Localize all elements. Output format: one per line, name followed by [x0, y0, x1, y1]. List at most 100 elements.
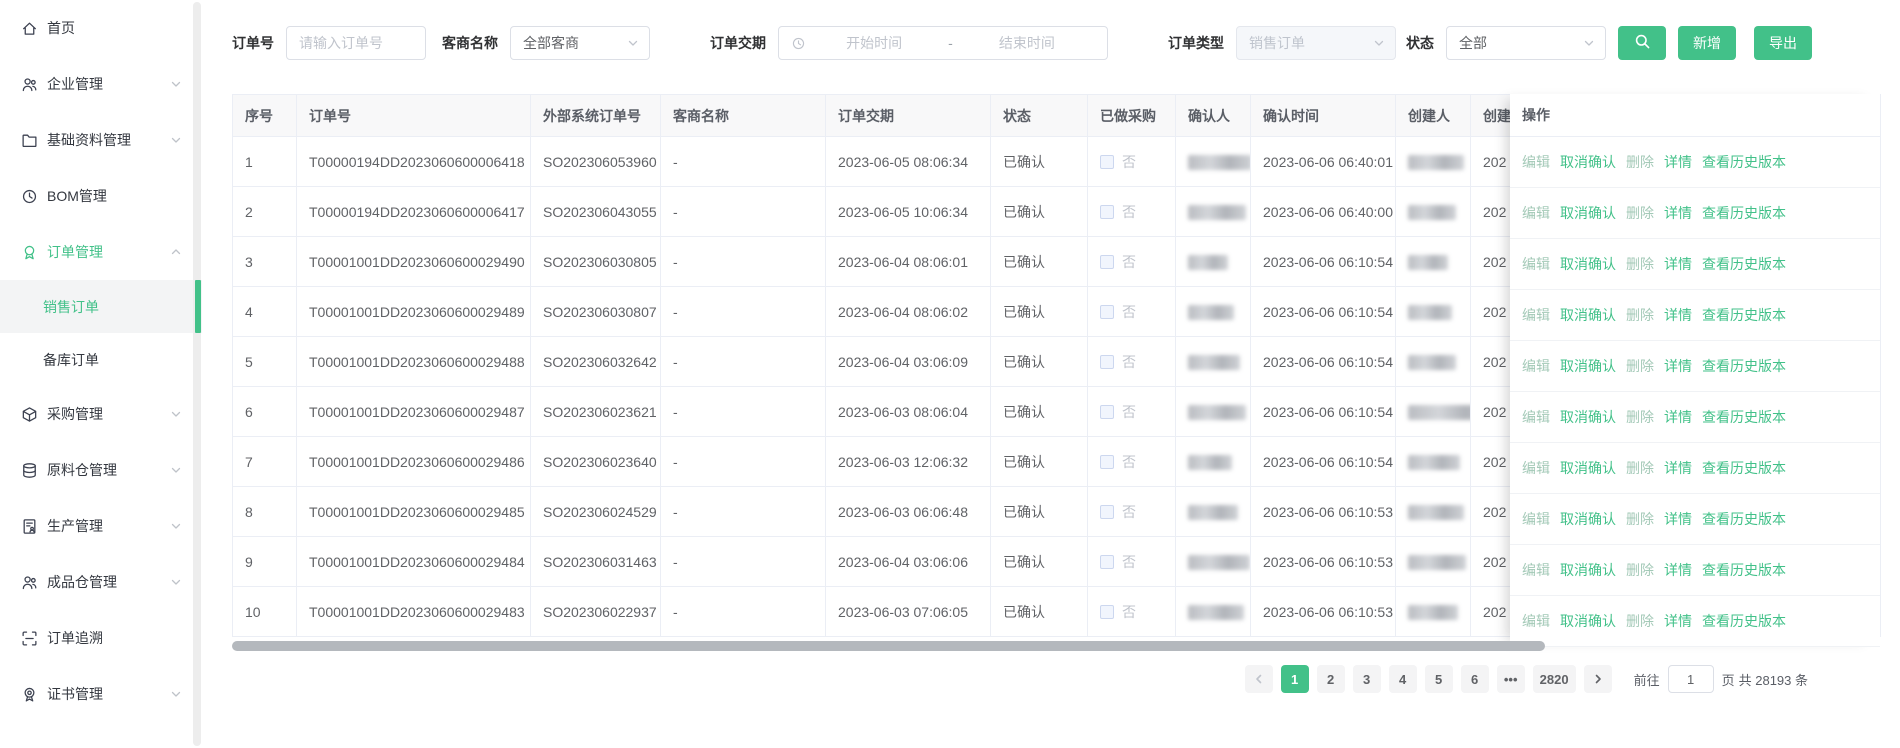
op-link-取消确认[interactable]: 取消确认 [1560, 356, 1616, 376]
op-link-详情[interactable]: 详情 [1664, 407, 1692, 427]
end-time-placeholder[interactable]: 结束时间 [959, 33, 1095, 53]
op-link-disabled-删除: 删除 [1626, 356, 1654, 376]
cell-creator [1396, 137, 1471, 187]
people-icon [21, 76, 38, 93]
op-link-详情[interactable]: 详情 [1664, 254, 1692, 274]
sidebar-item-label: 订单追溯 [47, 628, 182, 648]
cell-confirmer [1176, 337, 1251, 387]
column-header-8: 确认时间 [1251, 95, 1396, 137]
sidebar-item-purchase[interactable]: 采购管理 [0, 386, 202, 442]
order-no-input[interactable] [286, 26, 426, 60]
status-select[interactable]: 全部 [1446, 26, 1606, 60]
cell-ext-order-no: SO202306032642 [531, 337, 661, 387]
redacted-confirmer [1188, 255, 1228, 270]
op-link-详情[interactable]: 详情 [1664, 458, 1692, 478]
cell-creator [1396, 437, 1471, 487]
op-link-查看历史版本[interactable]: 查看历史版本 [1702, 356, 1786, 376]
op-link-取消确认[interactable]: 取消确认 [1560, 611, 1616, 631]
op-link-查看历史版本[interactable]: 查看历史版本 [1702, 509, 1786, 529]
cell-ext-order-no: SO202306022937 [531, 587, 661, 637]
sidebar-item-home[interactable]: 首页 [0, 0, 202, 56]
chevron-down-icon [1583, 37, 1595, 49]
op-link-查看历史版本[interactable]: 查看历史版本 [1702, 305, 1786, 325]
cell-creator [1396, 387, 1471, 437]
op-link-查看历史版本[interactable]: 查看历史版本 [1702, 407, 1786, 427]
sidebar-item-certificate[interactable]: 证书管理 [0, 666, 202, 722]
op-link-取消确认[interactable]: 取消确认 [1560, 254, 1616, 274]
op-link-disabled-编辑: 编辑 [1522, 407, 1550, 427]
purchased-label: 否 [1122, 554, 1136, 570]
op-link-查看历史版本[interactable]: 查看历史版本 [1702, 560, 1786, 580]
sidebar-item-label: 订单管理 [47, 242, 170, 262]
delivery-daterange-picker[interactable]: 开始时间 - 结束时间 [778, 26, 1108, 60]
op-link-详情[interactable]: 详情 [1664, 509, 1692, 529]
cell-ext-order-no: SO202306053960 [531, 137, 661, 187]
main-content: 订单号 客商名称 全部客商 订单交期 开始时间 - 结束时间 订单类型 销售订单… [202, 0, 1900, 748]
cell-confirmer [1176, 237, 1251, 287]
horizontal-scrollbar-thumb[interactable] [232, 641, 1545, 651]
page-button-5[interactable]: 5 [1425, 665, 1453, 693]
op-link-查看历史版本[interactable]: 查看历史版本 [1702, 152, 1786, 172]
op-link-取消确认[interactable]: 取消确认 [1560, 407, 1616, 427]
sidebar-item-label: BOM管理 [47, 186, 182, 206]
more-pages-button[interactable]: ••• [1497, 665, 1525, 693]
goto-page-input[interactable] [1668, 665, 1714, 693]
op-link-查看历史版本[interactable]: 查看历史版本 [1702, 203, 1786, 223]
cell-customer: - [661, 187, 826, 237]
page-button-2820[interactable]: 2820 [1533, 665, 1576, 693]
op-link-详情[interactable]: 详情 [1664, 560, 1692, 580]
redacted-confirmer [1188, 205, 1246, 220]
chevron-down-icon [170, 464, 182, 476]
operations-row: 编辑取消确认删除详情查看历史版本 [1510, 188, 1880, 239]
sidebar-item-label: 首页 [47, 18, 182, 38]
export-button[interactable]: 导出 [1754, 26, 1812, 60]
page-button-1[interactable]: 1 [1281, 665, 1309, 693]
next-page-button[interactable] [1584, 665, 1612, 693]
chevron-down-icon [627, 37, 639, 49]
op-link-详情[interactable]: 详情 [1664, 356, 1692, 376]
cell-confirm-time: 2023-06-06 06:10:53 [1251, 537, 1396, 587]
op-link-取消确认[interactable]: 取消确认 [1560, 509, 1616, 529]
op-link-详情[interactable]: 详情 [1664, 305, 1692, 325]
cell-status: 已确认 [991, 437, 1088, 487]
redacted-creator [1408, 405, 1471, 420]
cell-purchased: 否 [1088, 287, 1176, 337]
sidebar-item-production[interactable]: 生产管理 [0, 498, 202, 554]
sidebar-item-order-mgmt[interactable]: 订单管理 [0, 224, 202, 280]
customer-select[interactable]: 全部客商 [510, 26, 650, 60]
op-link-disabled-删除: 删除 [1626, 458, 1654, 478]
page-button-2[interactable]: 2 [1317, 665, 1345, 693]
op-link-查看历史版本[interactable]: 查看历史版本 [1702, 458, 1786, 478]
op-link-取消确认[interactable]: 取消确认 [1560, 560, 1616, 580]
sidebar-item-basic-data[interactable]: 基础资料管理 [0, 112, 202, 168]
op-link-查看历史版本[interactable]: 查看历史版本 [1702, 611, 1786, 631]
sidebar-item-label: 成品仓管理 [47, 572, 170, 592]
sidebar-item-raw-warehouse[interactable]: 原料仓管理 [0, 442, 202, 498]
op-link-详情[interactable]: 详情 [1664, 203, 1692, 223]
sidebar-scrollbar[interactable] [193, 2, 201, 746]
start-time-placeholder[interactable]: 开始时间 [806, 33, 942, 53]
sidebar-item-finished-warehouse[interactable]: 成品仓管理 [0, 554, 202, 610]
sidebar-item-enterprise[interactable]: 企业管理 [0, 56, 202, 112]
cell-purchased: 否 [1088, 587, 1176, 637]
sidebar-subitem-stock-orders[interactable]: 备库订单 [0, 333, 202, 386]
op-link-详情[interactable]: 详情 [1664, 152, 1692, 172]
page-button-6[interactable]: 6 [1461, 665, 1489, 693]
op-link-取消确认[interactable]: 取消确认 [1560, 203, 1616, 223]
op-link-取消确认[interactable]: 取消确认 [1560, 305, 1616, 325]
sidebar-item-order-trace[interactable]: 订单追溯 [0, 610, 202, 666]
cell-customer: - [661, 537, 826, 587]
order-type-select-value: 销售订单 [1249, 33, 1305, 53]
op-link-详情[interactable]: 详情 [1664, 611, 1692, 631]
page-button-4[interactable]: 4 [1389, 665, 1417, 693]
page-button-3[interactable]: 3 [1353, 665, 1381, 693]
op-link-取消确认[interactable]: 取消确认 [1560, 458, 1616, 478]
op-link-取消确认[interactable]: 取消确认 [1560, 152, 1616, 172]
sidebar-item-bom[interactable]: BOM管理 [0, 168, 202, 224]
op-link-查看历史版本[interactable]: 查看历史版本 [1702, 254, 1786, 274]
search-button[interactable] [1618, 26, 1666, 60]
cell-customer: - [661, 137, 826, 187]
sidebar-subitem-sales-orders[interactable]: 销售订单 [0, 280, 202, 333]
cell-confirm-time: 2023-06-06 06:10:53 [1251, 587, 1396, 637]
add-button[interactable]: 新增 [1678, 26, 1736, 60]
